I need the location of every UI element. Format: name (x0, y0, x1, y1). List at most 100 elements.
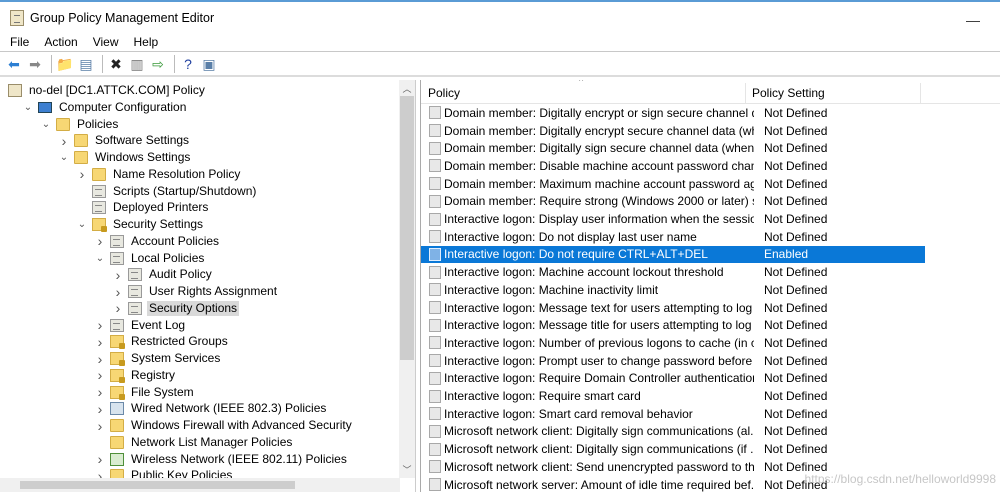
menu-help[interactable]: Help (134, 34, 159, 51)
scroll-up-icon[interactable]: ︿ (399, 82, 415, 95)
app-icon (10, 10, 24, 26)
chevron-right-icon[interactable]: › (94, 384, 106, 400)
scroll-thumb[interactable] (400, 96, 414, 360)
table-row[interactable]: Interactive logon: Machine account locko… (421, 263, 925, 281)
policy-name: Interactive logon: Require smart card (444, 389, 641, 404)
properties-button[interactable]: ▥ (128, 55, 146, 73)
table-row[interactable]: Domain member: Maximum machine account p… (421, 175, 925, 193)
tree-item[interactable]: › Windows Firewall with Advanced Security (94, 417, 354, 434)
tree-item[interactable]: › Name Resolution Policy (76, 166, 242, 183)
table-row[interactable]: Interactive logon: Prompt user to change… (421, 352, 925, 370)
doc-icon (92, 184, 106, 198)
tree-item[interactable]: ⌄ Security Settings (76, 216, 205, 233)
chevron-down-icon[interactable]: ⌄ (40, 119, 52, 130)
tree-item[interactable]: ⌄ Policies (40, 116, 120, 133)
policy-icon (429, 247, 441, 261)
tree-item[interactable]: Deployed Printers (76, 199, 210, 216)
menu-view[interactable]: View (93, 34, 119, 51)
table-row[interactable]: Domain member: Disable machine account p… (421, 157, 925, 175)
table-row[interactable]: Interactive logon: Message title for use… (421, 316, 925, 334)
chevron-right-icon[interactable]: › (94, 351, 106, 367)
tree-item[interactable]: › Restricted Groups (94, 333, 230, 350)
menu-file[interactable]: File (10, 34, 29, 51)
table-row[interactable]: Interactive logon: Machine inactivity li… (421, 281, 925, 299)
tree-item[interactable]: › Wireless Network (IEEE 802.11) Policies (94, 451, 349, 468)
tree-item[interactable]: ⌄ Computer Configuration (22, 99, 188, 116)
tree-item[interactable]: Network List Manager Policies (94, 434, 294, 451)
chevron-right-icon[interactable]: › (58, 133, 70, 149)
table-row[interactable]: Interactive logon: Require Domain Contro… (421, 370, 925, 388)
chevron-right-icon[interactable]: › (94, 317, 106, 333)
table-row[interactable]: Domain member: Digitally encrypt secure … (421, 122, 925, 140)
policy-list-pane: ^ Policy Policy Setting Domain member: Di… (420, 80, 1000, 492)
forward-arrow-button[interactable]: ➡ (26, 55, 44, 73)
table-row[interactable]: Interactive logon: Message text for user… (421, 299, 925, 317)
table-row[interactable]: Interactive logon: Require smart card Not… (421, 387, 925, 405)
column-header-policy[interactable]: ^ Policy (421, 80, 746, 103)
chevron-right-icon[interactable]: › (94, 334, 106, 350)
tree-item[interactable]: › Audit Policy (112, 266, 214, 283)
table-row[interactable]: Interactive logon: Display user informat… (421, 210, 925, 228)
minimize-button[interactable]: — (966, 12, 980, 28)
table-row[interactable]: Microsoft network client: Digitally sign… (421, 440, 925, 458)
table-row[interactable]: Interactive logon: Do not display last u… (421, 228, 925, 246)
policy-name: Interactive logon: Do not display last u… (444, 229, 697, 244)
policy-setting: Not Defined (764, 442, 828, 457)
tree-item[interactable]: › Security Options (112, 300, 240, 317)
menu-action[interactable]: Action (44, 34, 77, 51)
chevron-down-icon[interactable]: ⌄ (22, 102, 34, 113)
column-header-policy-setting[interactable]: Policy Setting (746, 83, 921, 103)
doc-icon (128, 301, 142, 315)
export-list-button[interactable]: ⇨ (149, 55, 167, 73)
chevron-right-icon[interactable]: › (94, 418, 106, 434)
table-row[interactable]: Interactive logon: Smart card removal be… (421, 405, 925, 423)
tree-item[interactable]: no-del [DC1.ATTCK.COM] Policy (4, 82, 207, 99)
tree-item-label: Computer Configuration (59, 99, 187, 114)
tree-item[interactable]: › User Rights Assignment (112, 283, 279, 300)
policy-name: Microsoft network server: Amount of idle… (444, 477, 754, 492)
table-row[interactable]: Interactive logon: Do not require CTRL+A… (421, 245, 925, 264)
table-row[interactable]: Domain member: Require strong (Windows 2… (421, 193, 925, 211)
chevron-right-icon[interactable]: › (112, 267, 124, 283)
chevron-right-icon[interactable]: › (94, 367, 106, 383)
policy-icon (429, 194, 441, 208)
chevron-right-icon[interactable]: › (112, 284, 124, 300)
table-row[interactable]: Domain member: Digitally sign secure cha… (421, 139, 925, 157)
tree-vertical-scrollbar[interactable]: ︿ ﹀ (399, 80, 415, 478)
table-row[interactable]: Microsoft network client: Digitally sign… (421, 423, 925, 441)
policy-icon (429, 265, 441, 279)
scroll-down-icon[interactable]: ﹀ (399, 463, 415, 476)
table-row[interactable]: Domain member: Digitally encrypt or sign… (421, 104, 925, 122)
tree-item[interactable]: › Event Log (94, 317, 187, 334)
help-icon: ? (184, 56, 192, 72)
chevron-right-icon[interactable]: › (112, 300, 124, 316)
tree-item[interactable]: › Account Policies (94, 233, 221, 250)
chevron-down-icon[interactable]: ⌄ (94, 253, 106, 264)
help-button[interactable]: ? (179, 55, 197, 73)
chevron-right-icon[interactable]: › (94, 451, 106, 467)
chevron-right-icon[interactable]: › (94, 401, 106, 417)
scroll-thumb[interactable] (20, 481, 295, 489)
column-label: Policy (428, 86, 461, 100)
tree-item[interactable]: › Wired Network (IEEE 802.3) Policies (94, 400, 328, 417)
delete-button[interactable]: ✖ (107, 55, 125, 73)
tree-item-label: Wired Network (IEEE 802.3) Policies (131, 401, 327, 416)
table-row[interactable]: Interactive logon: Number of previous lo… (421, 334, 925, 352)
policy-name: Domain member: Disable machine account p… (444, 158, 754, 173)
back-arrow-button[interactable]: ⬅ (5, 55, 23, 73)
tree-item[interactable]: › Software Settings (58, 132, 191, 149)
show-hide-tree-button[interactable]: ▤ (77, 55, 95, 73)
up-folder-button[interactable]: 📁 (56, 55, 74, 73)
tree-item[interactable]: › Registry (94, 367, 177, 384)
tree-item[interactable]: ⌄ Local Policies (94, 250, 206, 267)
chevron-right-icon[interactable]: › (94, 233, 106, 249)
chevron-down-icon[interactable]: ⌄ (58, 152, 70, 163)
action-pane-button[interactable]: ▣ (200, 55, 218, 73)
tree-item[interactable]: › File System (94, 384, 196, 401)
tree-item[interactable]: ⌄ Windows Settings (58, 149, 192, 166)
chevron-right-icon[interactable]: › (76, 166, 88, 182)
chevron-down-icon[interactable]: ⌄ (76, 219, 88, 230)
tree-item[interactable]: › System Services (94, 350, 222, 367)
tree-item[interactable]: Scripts (Startup/Shutdown) (76, 183, 258, 200)
tree-horizontal-scrollbar[interactable] (0, 478, 400, 492)
